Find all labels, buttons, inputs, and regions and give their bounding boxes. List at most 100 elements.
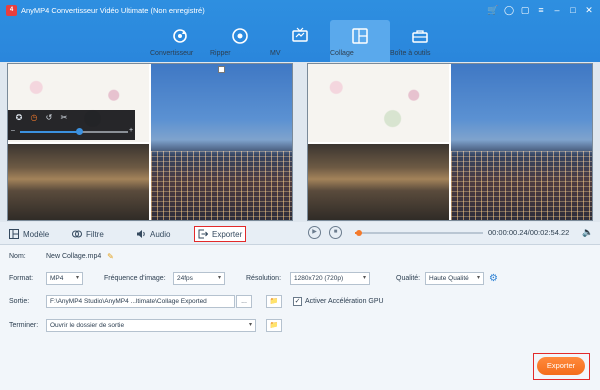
nav-ripper[interactable]: Ripper (210, 20, 270, 62)
edit-name-icon[interactable]: ✎ (106, 252, 115, 261)
tab-audio[interactable]: Audio (136, 226, 170, 242)
resolution-select[interactable]: 1280x720 (720p) ▾ (290, 272, 370, 285)
resolution-value: 1280x720 (720p) (294, 275, 344, 282)
window-controls: 🛒 ◯ ▢ ≡ – □ ✕ (486, 4, 596, 16)
output-label: Sortie: (9, 298, 30, 305)
volume-slider[interactable] (20, 128, 128, 135)
format-value: MP4 (50, 275, 64, 282)
refresh-icon (173, 29, 187, 43)
chevron-down-icon: ▾ (217, 275, 221, 281)
clock-icon[interactable]: ◷ (29, 113, 39, 123)
nav-mv[interactable]: MV (270, 20, 330, 62)
filter-icon (72, 230, 82, 238)
format-select[interactable]: MP4 ▾ (46, 272, 83, 285)
output-path-field[interactable]: F:\AnyMP4 Studio\AnyMP4 ...ltimate\Colla… (46, 295, 235, 308)
tab-label: Filtre (86, 229, 104, 239)
finish-action-value: Ouvrir le dossier de sortie (50, 322, 125, 329)
menu-icon[interactable]: ≡ (534, 4, 548, 16)
folder-icon: 📁 (269, 322, 279, 329)
app-logo: 4 (6, 5, 17, 16)
collage-preview (307, 63, 593, 221)
framerate-label: Fréquence d'image: (104, 275, 166, 282)
app-title: AnyMP4 Convertisseur Vidéo Ultimate (Non… (21, 6, 205, 15)
export-button-highlight: Exporter (533, 353, 590, 380)
chevron-down-icon: ▾ (476, 275, 480, 281)
export-settings-panel: Nom: New Collage.mp4 ✎ Format: MP4 ▾ Fré… (0, 245, 600, 390)
collage-divider-vertical[interactable] (149, 64, 151, 220)
framerate-select[interactable]: 24fps ▾ (173, 272, 225, 285)
rotate-icon[interactable]: ↺ (44, 113, 54, 123)
preview-cell-bottom-left (308, 144, 449, 220)
speaker-icon[interactable]: 🔈 (582, 226, 594, 238)
volume-plus-icon: + (129, 127, 134, 134)
preview-cell-top-left (308, 64, 449, 142)
preview-area: ✪ ◷ ↺ ✂ – + (0, 62, 600, 222)
tab-label: Exporter (212, 229, 243, 239)
collage-cell-right[interactable] (151, 64, 292, 220)
playback-timecode: 00:00:00.24/00:02:54.22 (488, 228, 570, 237)
user-icon[interactable]: ◯ (502, 4, 516, 16)
audio-icon (137, 230, 145, 238)
gear-icon[interactable]: ⚙ (488, 273, 499, 284)
volume-slider-fill (20, 131, 80, 133)
nav-label: MV (270, 50, 281, 57)
cart-icon[interactable]: 🛒 (486, 4, 500, 16)
playback-progress-knob[interactable] (355, 229, 362, 236)
finish-folder-button[interactable]: 📁 (266, 319, 282, 332)
nav-label: Ripper (210, 50, 231, 57)
template-icon (9, 229, 19, 239)
quality-label: Qualité: (396, 275, 421, 282)
quality-value: Haute Qualité (429, 275, 469, 282)
cut-icon[interactable]: ✂ (59, 113, 69, 123)
tab-filtre[interactable]: Filtre (72, 226, 104, 242)
nav-boite-a-outils[interactable]: Boîte à outils (390, 20, 450, 62)
folder-icon: 📁 (269, 298, 279, 305)
file-name: New Collage.mp4 (46, 253, 102, 260)
output-path-value: F:\AnyMP4 Studio\AnyMP4 ...ltimate\Colla… (50, 298, 207, 305)
collage-editor[interactable]: ✪ ◷ ↺ ✂ – + (7, 63, 293, 221)
pin-icon[interactable]: ✪ (14, 113, 24, 123)
finish-action-select[interactable]: Ouvrir le dossier de sortie ▾ (46, 319, 256, 332)
chat-icon[interactable]: ▢ (518, 4, 532, 16)
framerate-value: 24fps (177, 275, 193, 282)
main-nav: Convertisseur Ripper MV Collage Boîte à … (150, 20, 450, 62)
finish-label: Terminer: (9, 322, 39, 329)
preview-divider-vertical (449, 64, 451, 220)
editor-tabs-row: Modèle Filtre Audio Exporter ▶ ■ 00:00:0… (0, 222, 600, 245)
title-bar: 4 AnyMP4 Convertisseur Vidéo Ultimate (N… (0, 0, 600, 20)
nav-collage[interactable]: Collage (330, 20, 390, 62)
app-header: 4 AnyMP4 Convertisseur Vidéo Ultimate (N… (0, 0, 600, 62)
browse-more-button[interactable]: ... (236, 295, 252, 308)
nav-label: Convertisseur (150, 50, 194, 57)
resize-handle[interactable] (218, 66, 225, 73)
gpu-checkbox[interactable]: ✓ (293, 297, 302, 306)
volume-minus-icon: – (11, 127, 15, 134)
collage-cell-bottom-left[interactable] (8, 144, 149, 220)
close-icon[interactable]: ✕ (582, 4, 596, 16)
collage-divider-horizontal[interactable] (8, 142, 149, 144)
volume-slider-knob[interactable] (76, 128, 84, 135)
name-label: Nom: (9, 253, 26, 260)
play-button[interactable]: ▶ (308, 226, 321, 239)
cell-edit-toolbar: ✪ ◷ ↺ ✂ – + (8, 110, 135, 140)
export-button[interactable]: Exporter (537, 357, 585, 375)
toolbox-icon (412, 30, 428, 43)
tv-icon (292, 27, 308, 42)
preview-cell-right (451, 64, 592, 220)
disc-icon (232, 28, 248, 44)
tab-modele[interactable]: Modèle (9, 226, 49, 242)
preview-divider-horizontal (308, 142, 449, 144)
quality-select[interactable]: Haute Qualité ▾ (425, 272, 484, 285)
maximize-icon[interactable]: □ (566, 4, 580, 16)
resolution-label: Résolution: (246, 275, 282, 282)
open-folder-button[interactable]: 📁 (266, 295, 282, 308)
playback-progress[interactable] (355, 229, 483, 236)
stop-button[interactable]: ■ (329, 226, 342, 239)
minimize-icon[interactable]: – (550, 4, 564, 16)
nav-convertisseur[interactable]: Convertisseur (150, 20, 210, 62)
chevron-down-icon: ▾ (362, 275, 366, 281)
export-icon (198, 229, 208, 239)
nav-label: Boîte à outils (390, 50, 431, 57)
format-label: Format: (9, 275, 34, 282)
tab-exporter[interactable]: Exporter (194, 226, 247, 242)
